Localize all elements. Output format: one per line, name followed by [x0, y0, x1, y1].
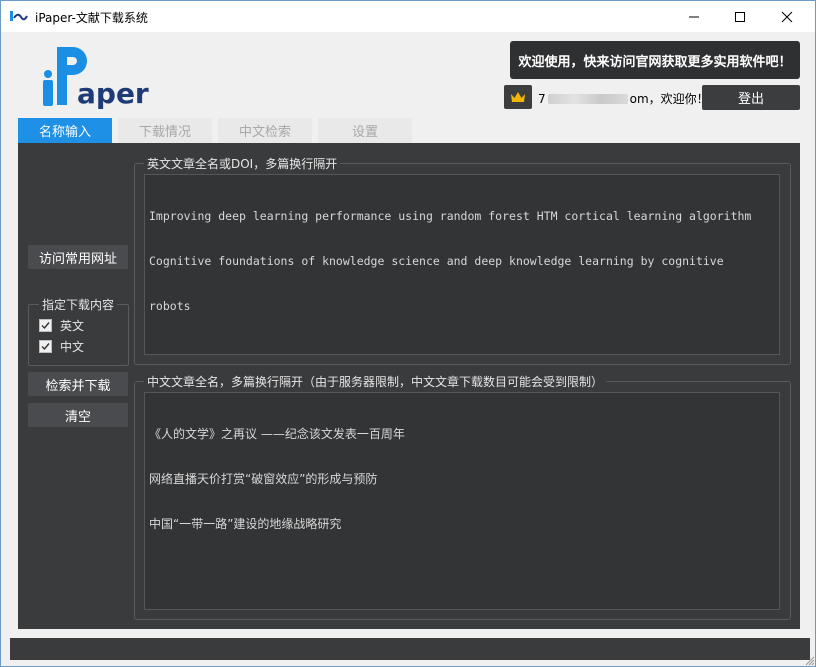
maximize-button[interactable]: [717, 1, 763, 32]
chinese-checkbox[interactable]: [39, 340, 52, 353]
app-icon: [10, 11, 28, 21]
chinese-option[interactable]: 中文: [39, 338, 84, 355]
chinese-line: 网络直播天价打赏“破窗效应”的形成与预防: [149, 472, 378, 486]
chinese-line: 《人的文学》之再议 ——纪念该文发表一百周年: [149, 427, 405, 441]
english-line: robots: [149, 299, 191, 313]
english-line: Cognitive foundations of knowledge scien…: [149, 254, 724, 268]
english-line: Improving deep learning performance usin…: [149, 209, 752, 223]
clear-button[interactable]: 清空: [28, 403, 128, 427]
promo-banner[interactable]: 欢迎使用，快来访问官网获取更多实用软件吧！: [510, 41, 800, 79]
tab-download-status[interactable]: 下载情况: [118, 118, 212, 143]
english-label: 英文: [60, 319, 85, 333]
maximize-icon: [735, 11, 745, 22]
logout-label: 登出: [737, 92, 764, 107]
clear-label: 清空: [64, 409, 91, 425]
tab-label: 名称输入: [38, 125, 91, 140]
tab-name-input[interactable]: 名称输入: [18, 118, 112, 143]
main-panel: 访问常用网址 指定下载内容 英文 中文 检索并下载 清空 英文文章全名或DOI，…: [18, 143, 800, 629]
crown-icon: [511, 92, 525, 102]
title-bar: iPaper-文献下载系统: [1, 1, 815, 32]
search-download-label: 检索并下载: [45, 378, 111, 394]
app-window: iPaper-文献下载系统 aper 欢迎使用，快来访问官网获取更多实用软件吧！…: [0, 0, 816, 667]
chinese-input-group: 中文文章全名，多篇换行隔开（由于服务器限制，中文文章下载数目可能会受到限制） 《…: [134, 373, 791, 620]
english-option[interactable]: 英文: [39, 317, 84, 334]
tab-bar: 名称输入 下载情况 中文检索 设置: [18, 118, 418, 143]
logout-button[interactable]: 登出: [702, 85, 800, 110]
chinese-legend: 中文文章全名，多篇换行隔开（由于服务器限制，中文文章下载数目可能会受到限制）: [144, 373, 607, 390]
ipaper-logo: aper: [43, 47, 149, 110]
tab-label: 中文检索: [238, 125, 291, 140]
chinese-label: 中文: [60, 340, 85, 354]
tab-chinese-search[interactable]: 中文检索: [218, 118, 312, 143]
close-icon: [781, 11, 793, 22]
vip-badge: [504, 85, 532, 109]
chinese-line: 中国“一带一路”建设的地缘战略研究: [149, 517, 342, 531]
svg-text:aper: aper: [77, 77, 149, 110]
download-content-group: 指定下载内容 英文 中文: [28, 296, 129, 366]
visit-sites-button[interactable]: 访问常用网址: [28, 245, 128, 269]
resize-grip-icon[interactable]: [803, 654, 815, 666]
tab-label: 下载情况: [138, 125, 191, 140]
user-suffix: om，欢迎你！: [629, 92, 709, 106]
english-titles-textarea[interactable]: Improving deep learning performance usin…: [144, 174, 780, 355]
close-button[interactable]: [764, 1, 810, 32]
download-group-title: 指定下载内容: [39, 296, 118, 313]
status-bar: [10, 638, 810, 660]
minimize-button[interactable]: [671, 1, 717, 32]
blurred-username: [547, 93, 628, 104]
window-title: iPaper-文献下载系统: [35, 11, 148, 25]
english-input-group: 英文文章全名或DOI，多篇换行隔开 Improving deep learnin…: [134, 155, 791, 365]
user-greeting: 7 om，欢迎你！: [538, 90, 709, 107]
visit-sites-label: 访问常用网址: [38, 251, 117, 267]
english-legend: 英文文章全名或DOI，多篇换行隔开: [144, 155, 341, 172]
checkmark-icon: [41, 322, 50, 330]
user-prefix: 7: [538, 91, 546, 106]
promo-text: 欢迎使用，快来访问官网获取更多实用软件吧！: [518, 54, 792, 70]
chinese-titles-textarea[interactable]: 《人的文学》之再议 ——纪念该文发表一百周年 网络直播天价打赏“破窗效应”的形成…: [144, 392, 780, 610]
english-checkbox[interactable]: [39, 319, 52, 332]
tab-label: 设置: [351, 125, 378, 140]
search-download-button[interactable]: 检索并下载: [28, 372, 128, 396]
minimize-icon: [689, 16, 699, 17]
tab-settings[interactable]: 设置: [318, 118, 412, 143]
checkmark-icon: [41, 343, 50, 351]
